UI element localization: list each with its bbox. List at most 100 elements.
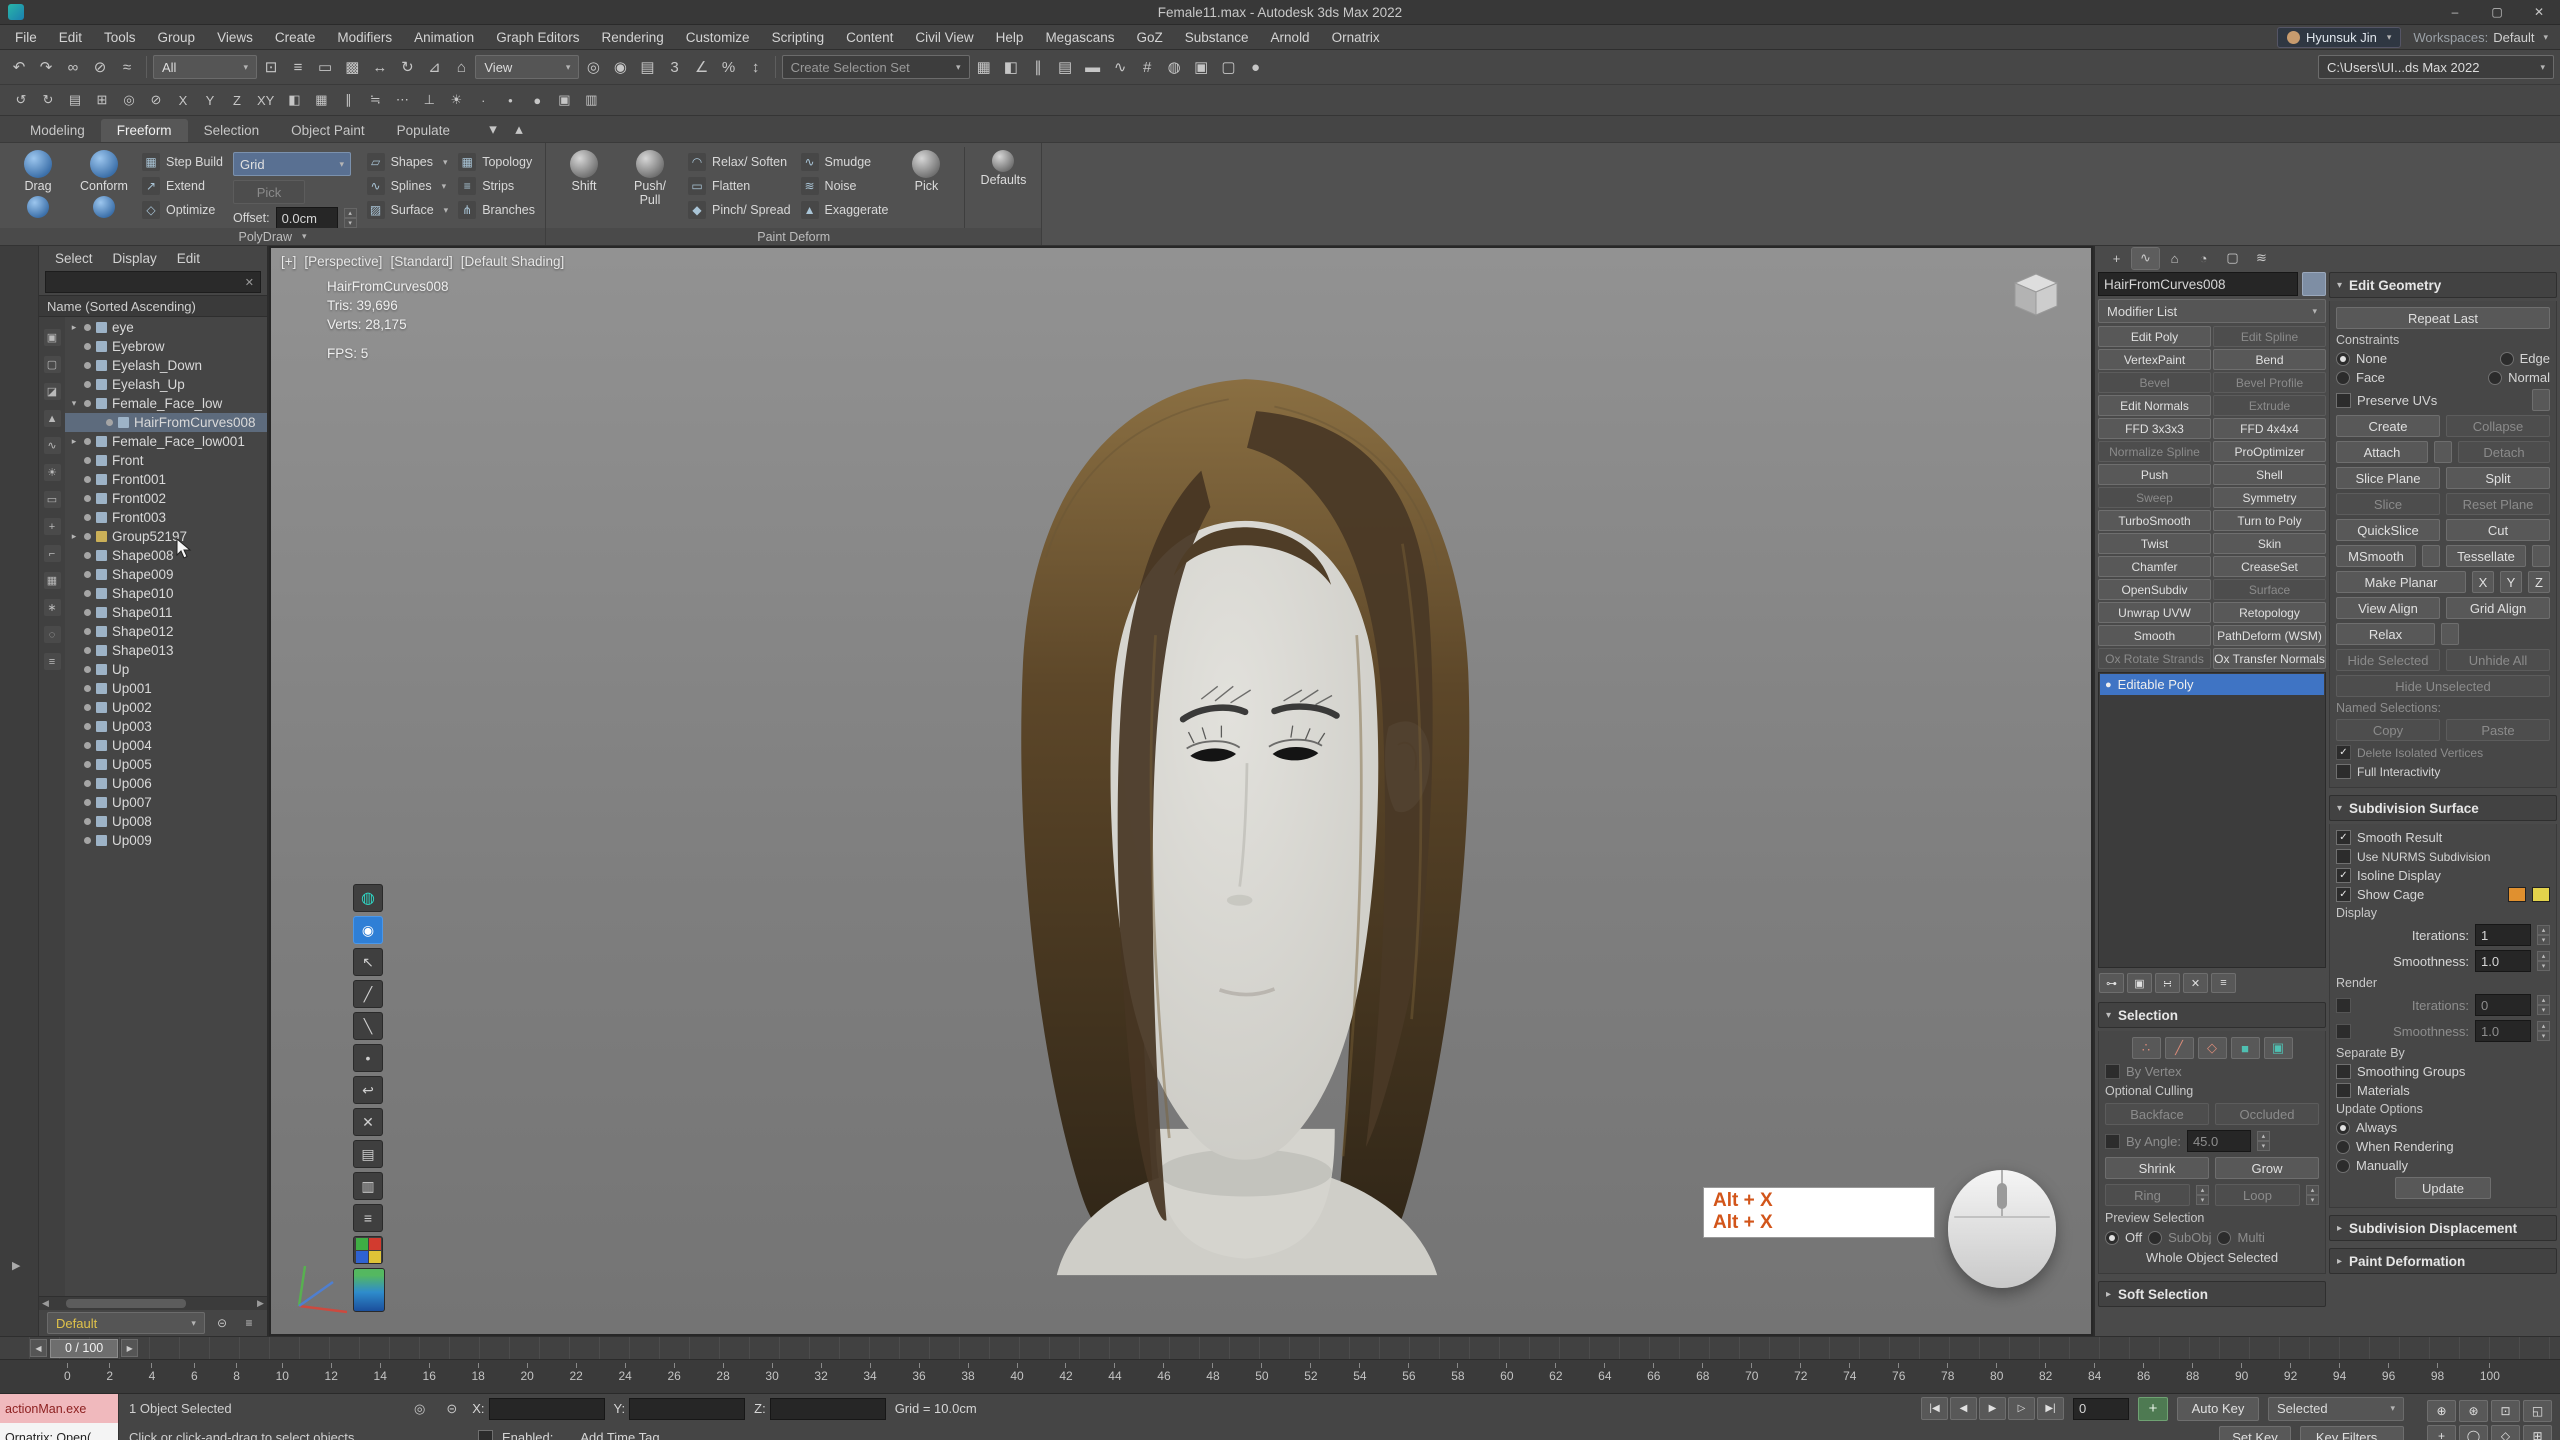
- select-and-place-icon[interactable]: ⌂: [448, 54, 474, 80]
- step-build-icon[interactable]: ▦Step Build: [142, 152, 223, 172]
- timeline-tick[interactable]: 48: [1206, 1363, 1219, 1393]
- visibility-dot-icon[interactable]: [84, 324, 91, 331]
- render-setup-icon[interactable]: ▣: [1188, 54, 1214, 80]
- timeline-tick[interactable]: 90: [2235, 1363, 2248, 1393]
- timeline-tick[interactable]: 8: [233, 1363, 240, 1393]
- unlink-selection-icon[interactable]: ⊘: [87, 54, 113, 80]
- edit-geometry-rollout-header[interactable]: Edit Geometry: [2329, 272, 2557, 298]
- stack-entry[interactable]: ● Editable Poly: [2100, 674, 2324, 695]
- menu-item[interactable]: File: [4, 30, 48, 45]
- modifier-button[interactable]: Skin: [2213, 533, 2326, 554]
- modifier-button[interactable]: VertexPaint: [2098, 349, 2211, 370]
- visibility-dot-icon[interactable]: [84, 780, 91, 787]
- key-filters-button[interactable]: Key Filters...: [2300, 1426, 2404, 1440]
- timeline-tick[interactable]: 80: [1990, 1363, 2003, 1393]
- axis-constraint-plane-icon[interactable]: XY: [251, 89, 280, 111]
- soft-selection-rollout-header[interactable]: Soft Selection: [2098, 1281, 2326, 1307]
- timeline-tick[interactable]: 22: [569, 1363, 582, 1393]
- explorer-mode-dropdown[interactable]: Default▾: [47, 1312, 205, 1334]
- repeat-last-button[interactable]: Repeat Last: [2336, 307, 2550, 329]
- relax-settings-button[interactable]: [2441, 623, 2459, 645]
- explorer-menu-item[interactable]: Edit: [167, 251, 210, 266]
- cage-selected-color-swatch[interactable]: [2532, 887, 2550, 902]
- visibility-dot-icon[interactable]: [84, 818, 91, 825]
- expand-arrow-icon[interactable]: [69, 531, 79, 542]
- pick-deform-tool[interactable]: Pick: [898, 147, 954, 228]
- ribbon-options-icon[interactable]: ▾: [480, 119, 506, 139]
- push-pull-tool[interactable]: Push/ Pull: [622, 147, 678, 228]
- menu-item[interactable]: Create: [264, 30, 327, 45]
- create-tab[interactable]: +: [2103, 248, 2130, 269]
- timeline-tick[interactable]: 96: [2382, 1363, 2395, 1393]
- current-frame-field[interactable]: 0: [2073, 1398, 2129, 1420]
- render-iterations-field[interactable]: 0: [2475, 994, 2531, 1016]
- percent-snap-icon[interactable]: %: [716, 54, 742, 80]
- scene-object-row[interactable]: Up009: [65, 831, 267, 850]
- modifier-button[interactable]: OpenSubdiv: [2098, 579, 2211, 600]
- align-icon[interactable]: ∥: [1025, 54, 1051, 80]
- smudge-icon[interactable]: ∿Smudge: [801, 152, 889, 172]
- msmooth-button[interactable]: MSmooth: [2336, 545, 2416, 567]
- visibility-dot-icon[interactable]: [84, 495, 91, 502]
- constraint-edge-radio[interactable]: [2500, 352, 2514, 366]
- go-to-end-button[interactable]: ▶|: [2037, 1397, 2064, 1420]
- modifier-button[interactable]: Ox Transfer Normals: [2213, 648, 2326, 669]
- zoom-region-icon[interactable]: ◱: [2523, 1400, 2552, 1422]
- by-angle-checkbox[interactable]: [2105, 1134, 2120, 1149]
- brush-preset-medium-icon[interactable]: •: [497, 89, 523, 111]
- timeline-tick[interactable]: 16: [423, 1363, 436, 1393]
- scene-object-row[interactable]: Front: [65, 451, 267, 470]
- grow-button[interactable]: Grow: [2215, 1157, 2319, 1179]
- menu-item[interactable]: Animation: [403, 30, 485, 45]
- cage-color-swatch[interactable]: [2508, 887, 2526, 902]
- remove-modifier-icon[interactable]: ✕: [2183, 973, 2208, 993]
- split-button[interactable]: Split: [2446, 467, 2550, 489]
- isolate-selection-toggle-icon[interactable]: ◎: [408, 1398, 431, 1420]
- drag-alt-icon[interactable]: [27, 196, 49, 218]
- timeline-tick[interactable]: 52: [1304, 1363, 1317, 1393]
- visibility-dot-icon[interactable]: [84, 666, 91, 673]
- visibility-dot-icon[interactable]: [84, 628, 91, 635]
- edit-named-selection-sets-icon[interactable]: ▦: [971, 54, 997, 80]
- viewport-shading-menu[interactable]: [Default Shading]: [461, 254, 565, 269]
- tessellate-settings-button[interactable]: [2532, 545, 2550, 567]
- maxscript-mini-listener[interactable]: actionMan.exe Ornatrix: Open(: [0, 1394, 119, 1440]
- stack-visibility-icon[interactable]: ●: [2105, 679, 2112, 691]
- explorer-menu-item[interactable]: Display: [103, 251, 167, 266]
- time-slider-value[interactable]: 0 / 100: [50, 1339, 118, 1358]
- curve-editor-icon[interactable]: ∿: [1107, 54, 1133, 80]
- slice-plane-button[interactable]: Slice Plane: [2336, 467, 2440, 489]
- modifier-list-dropdown[interactable]: Modifier List▾: [2098, 299, 2326, 323]
- modifier-button[interactable]: CreaseSet: [2213, 556, 2326, 577]
- align-tool-icon[interactable]: ∥: [335, 89, 361, 111]
- auto-key-button[interactable]: Auto Key: [2177, 1397, 2259, 1421]
- utilities-tab[interactable]: ≋: [2248, 248, 2275, 269]
- dock-expand-icon[interactable]: ▶: [12, 1259, 20, 1272]
- layer-explorer-icon[interactable]: ▤: [1052, 54, 1078, 80]
- display-iterations-spinner[interactable]: ▴▾: [2537, 925, 2550, 945]
- zoom-all-icon[interactable]: ⊛: [2459, 1400, 2488, 1422]
- explorer-hscrollbar[interactable]: ◀ ▶: [39, 1296, 267, 1310]
- display-bones-icon[interactable]: ⌐: [44, 545, 61, 562]
- clipboard-icon[interactable]: ▥: [353, 1172, 383, 1200]
- render-iterations-spinner[interactable]: ▴▾: [2537, 995, 2550, 1015]
- menu-item[interactable]: Graph Editors: [485, 30, 590, 45]
- visibility-dot-icon[interactable]: [84, 533, 91, 540]
- close-button[interactable]: ✕: [2518, 0, 2560, 24]
- visibility-dot-icon[interactable]: [84, 704, 91, 711]
- rendered-frame-icon[interactable]: ▢: [1215, 54, 1241, 80]
- user-account-button[interactable]: Hyunsuk Jin ▾: [2277, 27, 2401, 48]
- modifier-button[interactable]: Edit Spline: [2213, 326, 2326, 347]
- subdivision-surface-rollout-header[interactable]: Subdivision Surface: [2329, 795, 2557, 821]
- render-icon[interactable]: ●: [1243, 54, 1269, 80]
- key-selection-dropdown[interactable]: Selected▾: [2268, 1397, 2404, 1421]
- modifier-button[interactable]: FFD 3x3x3: [2098, 418, 2211, 439]
- scene-object-row[interactable]: Shape011: [65, 603, 267, 622]
- modify-tab[interactable]: ∿: [2132, 248, 2159, 269]
- pan-icon[interactable]: +: [2427, 1425, 2456, 1440]
- place-highlight-icon[interactable]: ☀: [443, 89, 469, 111]
- lock-selection-icon[interactable]: ⊘: [143, 89, 169, 111]
- strips-icon[interactable]: ≡Strips: [458, 176, 535, 196]
- modifier-button[interactable]: Turn to Poly: [2213, 510, 2326, 531]
- visibility-dot-icon[interactable]: [84, 609, 91, 616]
